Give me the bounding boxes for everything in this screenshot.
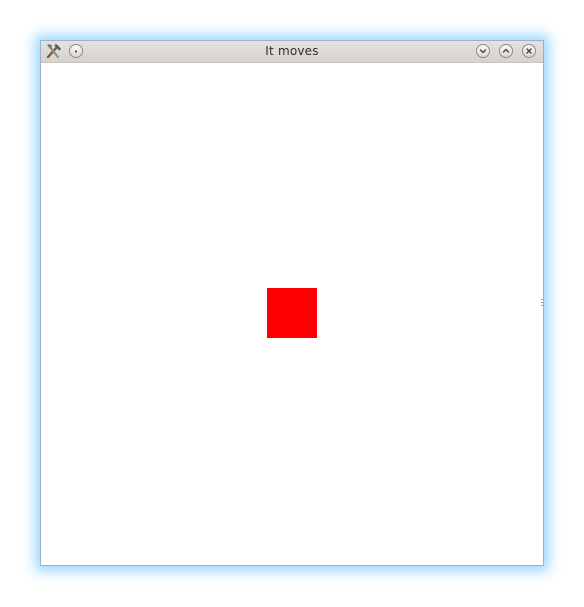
app-window: It moves xyxy=(40,40,544,566)
chevron-down-icon xyxy=(479,49,487,54)
maximize-button[interactable] xyxy=(499,44,513,58)
title-bar[interactable]: It moves xyxy=(41,41,543,63)
drawing-canvas[interactable] xyxy=(41,63,543,565)
resize-grip[interactable] xyxy=(541,299,543,307)
chevron-up-icon xyxy=(502,48,510,53)
red-square xyxy=(267,288,317,338)
window-title: It moves xyxy=(265,44,319,58)
close-icon xyxy=(526,48,532,54)
minimize-button[interactable] xyxy=(476,44,490,58)
close-button[interactable] xyxy=(522,44,536,58)
